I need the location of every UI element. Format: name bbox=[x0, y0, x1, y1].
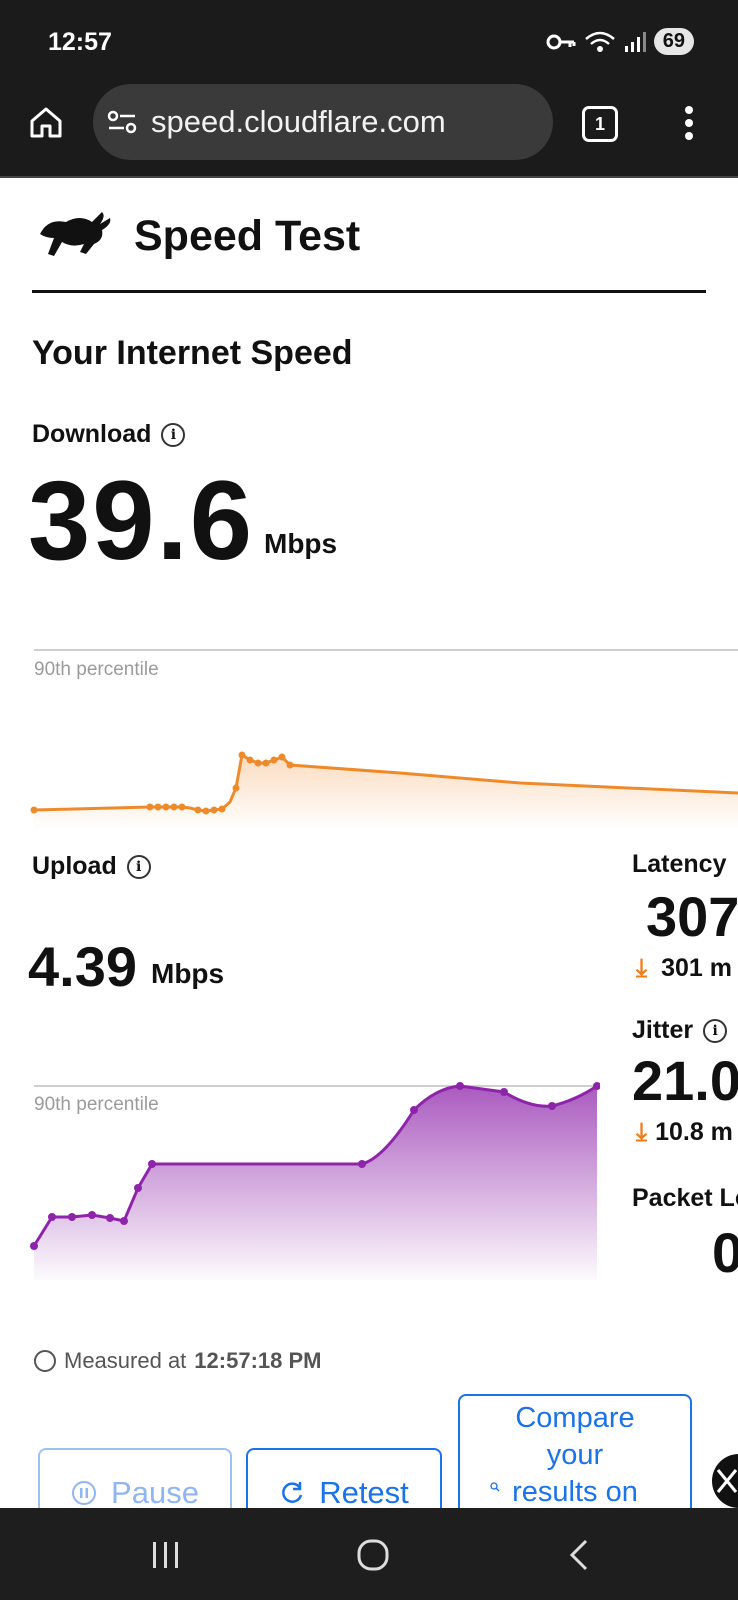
system-navigation-bar bbox=[0, 1508, 738, 1600]
upload-unit: Mbps bbox=[151, 958, 225, 989]
clock-icon bbox=[34, 1350, 56, 1372]
close-icon bbox=[716, 1469, 738, 1493]
jitter-loaded-row: ⤓ 10.8 m bbox=[636, 1118, 733, 1147]
section-title: Your Internet Speed bbox=[32, 334, 353, 372]
compare-line-1: Compare bbox=[515, 1402, 635, 1434]
tab-switcher-button[interactable]: 1 bbox=[582, 106, 618, 142]
more-menu-icon[interactable] bbox=[682, 104, 696, 142]
recent-apps-icon[interactable] bbox=[150, 1540, 182, 1570]
download-arrow-icon: ⤓ bbox=[636, 954, 648, 982]
measured-time: 12:57:18 PM bbox=[194, 1348, 322, 1373]
latency-value: 307 bbox=[646, 885, 738, 948]
header-divider bbox=[32, 290, 706, 293]
upload-label: Upload bbox=[32, 852, 117, 880]
wifi-icon bbox=[584, 31, 615, 52]
jitter-value: 21.0 bbox=[632, 1049, 738, 1112]
site-settings-icon[interactable] bbox=[107, 109, 137, 135]
latency-label: Latency bbox=[632, 850, 727, 878]
home-nav-icon[interactable] bbox=[356, 1538, 390, 1572]
measured-prefix: Measured at bbox=[64, 1348, 187, 1373]
upload-label-row: Upload i bbox=[32, 852, 151, 881]
compare-line-3: results on bbox=[512, 1476, 638, 1508]
home-icon[interactable] bbox=[28, 104, 64, 140]
retest-button-label: Retest bbox=[319, 1475, 409, 1510]
download-value: 39.6 bbox=[28, 458, 254, 583]
download-area bbox=[34, 755, 738, 830]
latency-loaded-row: ⤓ 301 m bbox=[636, 954, 732, 983]
upload-area bbox=[34, 1086, 597, 1280]
jitter-label: Jitter bbox=[632, 1016, 694, 1044]
upload-value: 4.39 bbox=[28, 935, 137, 998]
url-text: speed.cloudflare.com bbox=[151, 104, 446, 139]
signal-icon bbox=[624, 31, 646, 52]
jitter-loaded-value: 10.8 m bbox=[655, 1118, 733, 1146]
page-title: Speed Test bbox=[134, 212, 361, 260]
back-nav-icon[interactable] bbox=[568, 1538, 590, 1572]
address-bar[interactable]: speed.cloudflare.com bbox=[93, 84, 553, 160]
status-time: 12:57 bbox=[48, 28, 112, 56]
status-bar: 12:57 69 bbox=[0, 0, 738, 84]
download-label-row: Download i bbox=[32, 420, 186, 449]
measured-at: Measured at 12:57:18 PM bbox=[34, 1348, 321, 1374]
upload-percentile-label: 90th percentile bbox=[34, 1094, 159, 1115]
rabbit-logo-icon bbox=[40, 212, 111, 256]
status-icons: 69 bbox=[546, 28, 694, 55]
info-icon[interactable]: i bbox=[161, 423, 186, 448]
battery-indicator: 69 bbox=[653, 28, 694, 55]
packet-loss-label: Packet Lo bbox=[632, 1184, 738, 1212]
compare-line-2: your bbox=[546, 1439, 604, 1471]
pause-button-label: Pause bbox=[111, 1475, 199, 1510]
refresh-icon bbox=[282, 1482, 303, 1503]
packet-loss-value: 0 bbox=[712, 1221, 738, 1284]
info-icon[interactable]: i bbox=[126, 855, 151, 880]
info-icon[interactable]: i bbox=[703, 1018, 728, 1043]
latency-loaded-value: 301 m bbox=[661, 954, 732, 982]
metrics-panel: Latency 307 ⤓ 301 m Jitter i 21.0 ⤓ 10.8 m … bbox=[632, 850, 738, 1310]
download-percentile-label: 90th percentile bbox=[34, 659, 159, 680]
browser-toolbar: speed.cloudflare.com 1 bbox=[0, 84, 738, 178]
download-chart: 90th percentile bbox=[30, 649, 738, 830]
download-label: Download bbox=[32, 420, 152, 448]
pause-icon bbox=[72, 1481, 97, 1505]
upload-chart: 90th percentile bbox=[30, 1082, 600, 1280]
jitter-label-row: Jitter i bbox=[632, 1016, 728, 1045]
download-unit: Mbps bbox=[264, 528, 338, 559]
search-icon bbox=[490, 1482, 500, 1492]
close-overlay-button[interactable] bbox=[712, 1454, 738, 1508]
download-arrow-icon: ⤓ bbox=[636, 1118, 648, 1146]
vpn-key-icon bbox=[546, 34, 576, 49]
